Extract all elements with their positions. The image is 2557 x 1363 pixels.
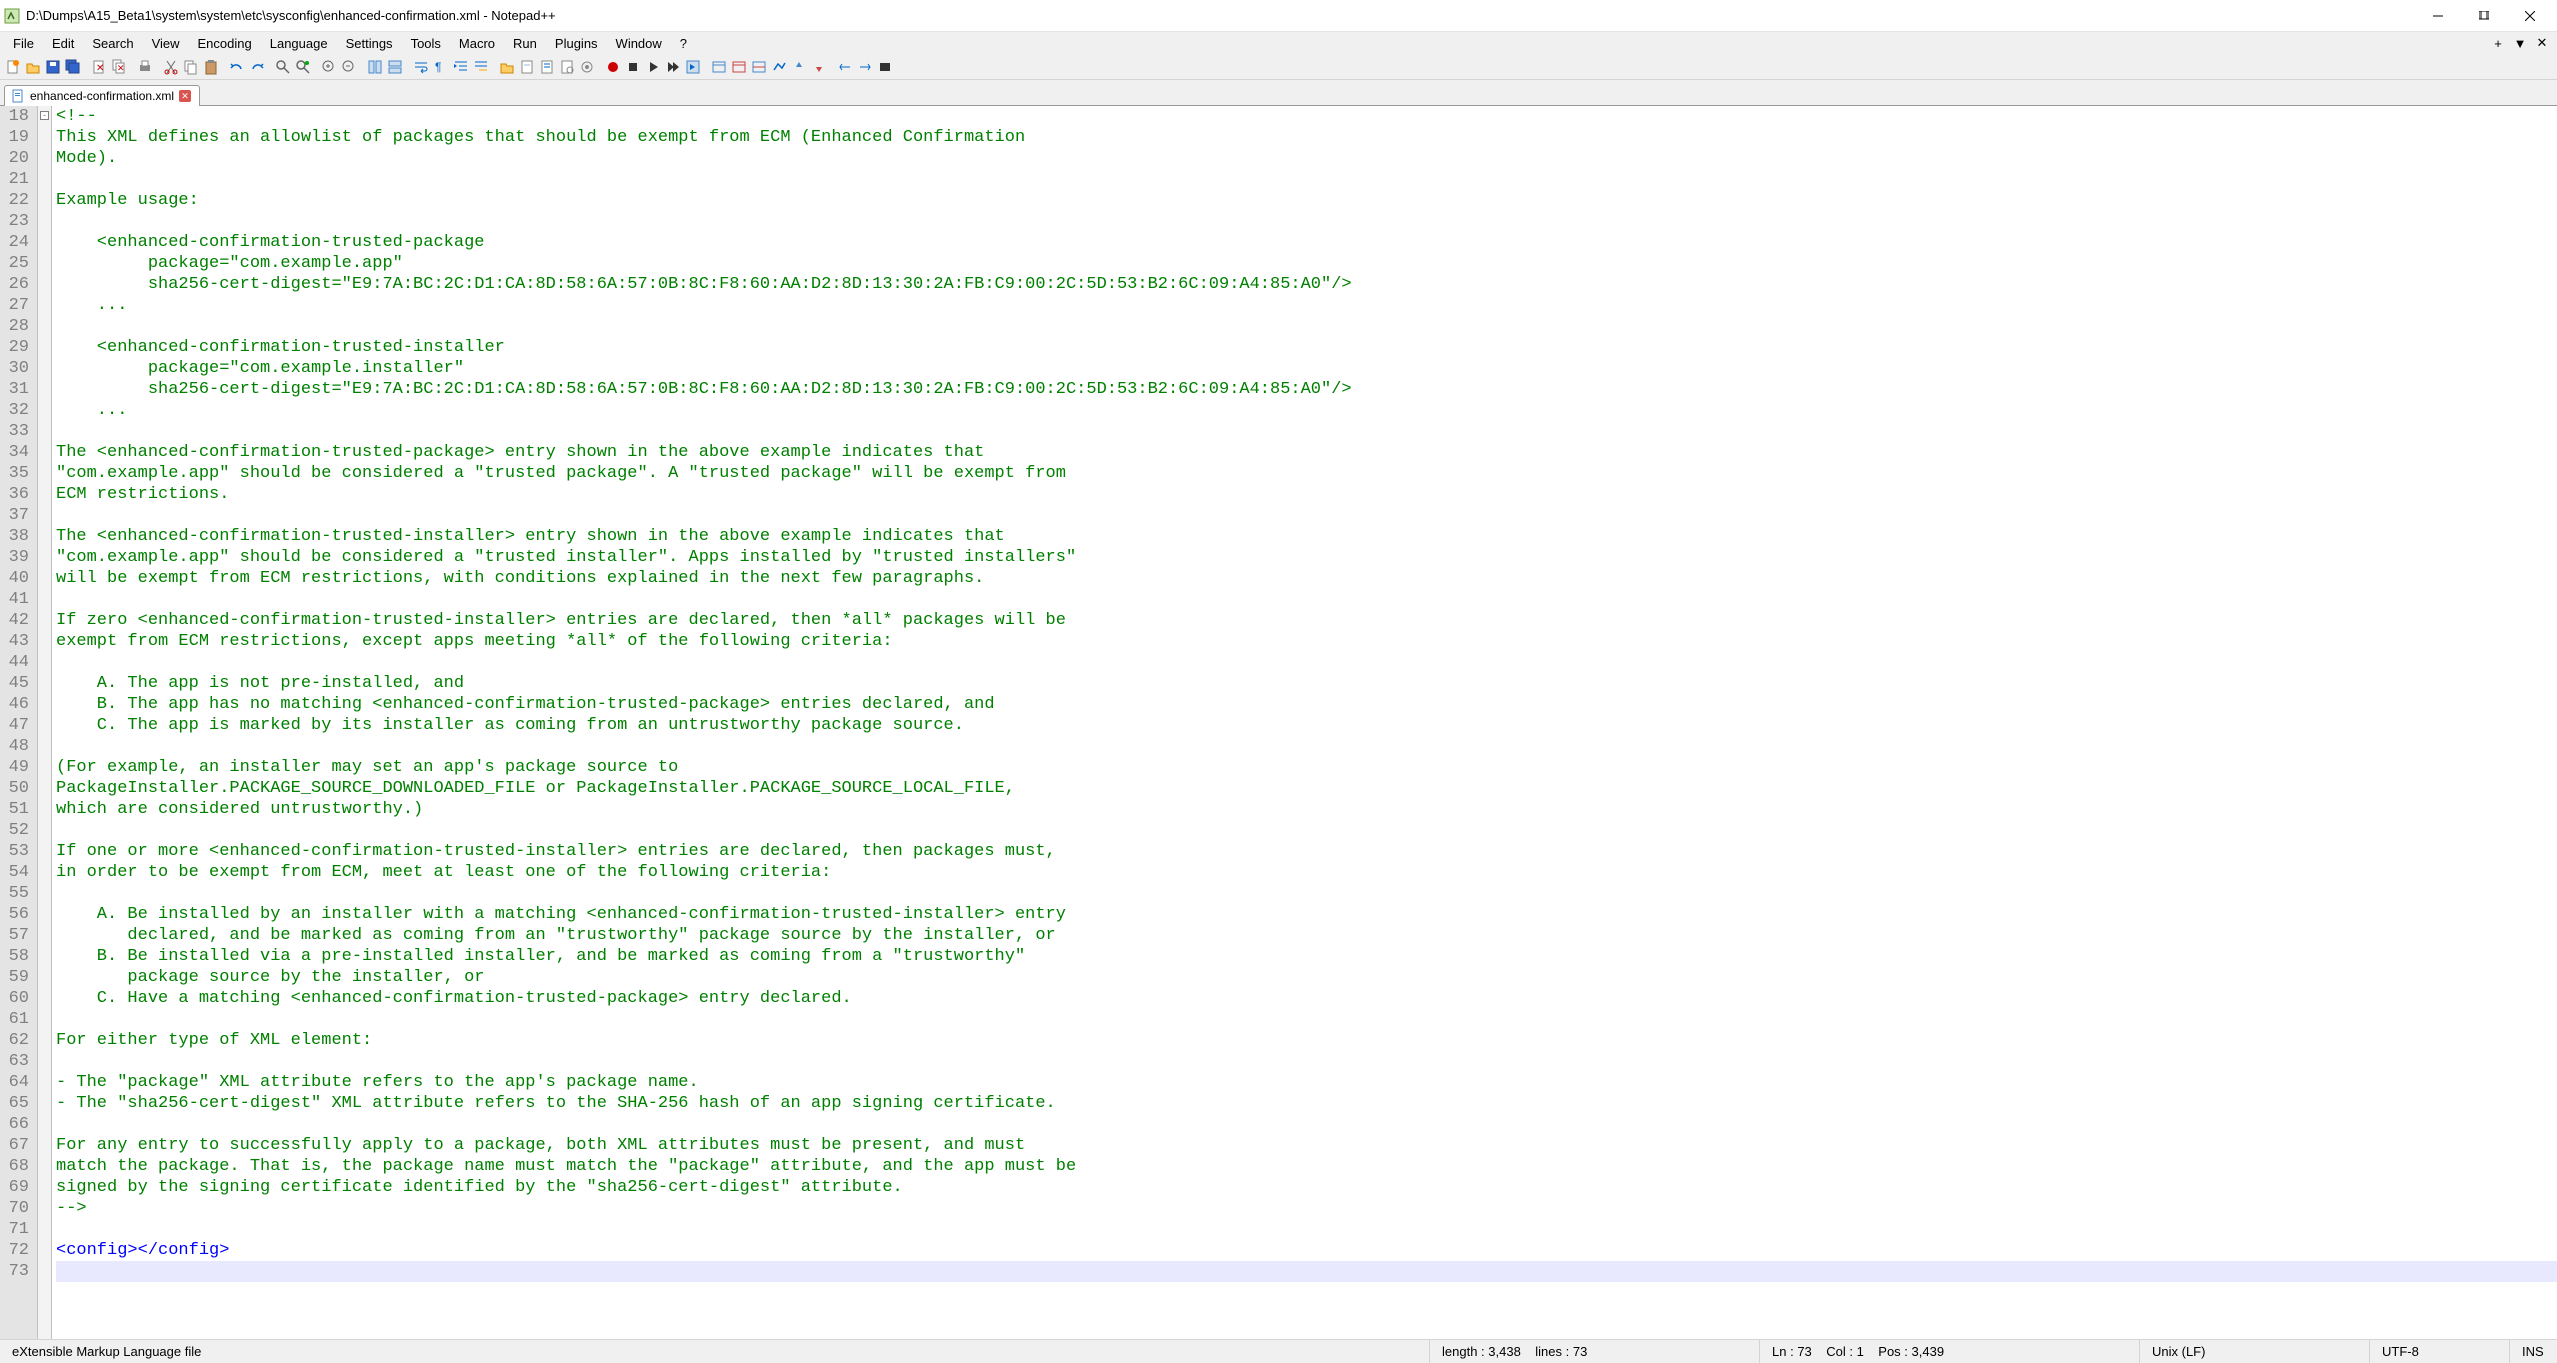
menu-x-icon[interactable]: ✕: [2531, 33, 2553, 53]
open-file-icon[interactable]: [24, 58, 42, 76]
folder-icon[interactable]: [498, 58, 516, 76]
doc-map-icon[interactable]: [518, 58, 536, 76]
zoom-out-icon[interactable]: [340, 58, 358, 76]
record-icon[interactable]: [604, 58, 622, 76]
menu-encoding[interactable]: Encoding: [189, 34, 261, 53]
outdent-icon[interactable]: [472, 58, 490, 76]
svg-text:✕: ✕: [117, 63, 125, 73]
cut-icon[interactable]: [162, 58, 180, 76]
menu-settings[interactable]: Settings: [337, 34, 402, 53]
menu-view[interactable]: View: [143, 34, 189, 53]
statusbar: eXtensible Markup Language file length :…: [0, 1339, 2557, 1363]
ext9-icon[interactable]: [876, 58, 894, 76]
indent-icon[interactable]: [452, 58, 470, 76]
new-file-icon[interactable]: [4, 58, 22, 76]
titlebar: D:\Dumps\A15_Beta1\system\system\etc\sys…: [0, 0, 2557, 32]
window-controls: [2415, 0, 2553, 32]
ext1-icon[interactable]: [710, 58, 728, 76]
app-icon: [4, 8, 20, 24]
func-list-icon[interactable]: [538, 58, 556, 76]
close-file-icon[interactable]: ✕: [90, 58, 108, 76]
window-title: D:\Dumps\A15_Beta1\system\system\etc\sys…: [26, 8, 2415, 23]
menubar: File Edit Search View Encoding Language …: [0, 32, 2557, 54]
print-icon[interactable]: [136, 58, 154, 76]
menu-macro[interactable]: Macro: [450, 34, 504, 53]
ext3-icon[interactable]: [750, 58, 768, 76]
menu-plugins[interactable]: Plugins: [546, 34, 607, 53]
show-all-chars-icon[interactable]: ¶: [432, 58, 450, 76]
find-icon[interactable]: [274, 58, 292, 76]
menu-edit[interactable]: Edit: [43, 34, 83, 53]
doc-list-icon[interactable]: [558, 58, 576, 76]
ext8-icon[interactable]: [856, 58, 874, 76]
play-icon[interactable]: [644, 58, 662, 76]
ext5-icon[interactable]: [790, 58, 808, 76]
line-numbers: 18 19 20 21 22 23 24 25 26 27 28 29 30 3…: [0, 106, 38, 1339]
wordwrap-icon[interactable]: [412, 58, 430, 76]
ext4-icon[interactable]: [770, 58, 788, 76]
menu-search[interactable]: Search: [83, 34, 142, 53]
tab-close-icon[interactable]: ✕: [179, 90, 191, 102]
tabbar: enhanced-confirmation.xml ✕: [0, 80, 2557, 106]
status-insert[interactable]: INS: [2510, 1340, 2557, 1363]
close-button[interactable]: [2507, 0, 2553, 32]
monitor-icon[interactable]: [578, 58, 596, 76]
menu-help[interactable]: ?: [671, 34, 696, 53]
maximize-button[interactable]: [2461, 0, 2507, 32]
menu-tools[interactable]: Tools: [402, 34, 450, 53]
file-icon: [11, 89, 25, 103]
status-position: Ln : 73 Col : 1 Pos : 3,439: [1760, 1340, 2140, 1363]
tab-label: enhanced-confirmation.xml: [30, 89, 174, 103]
save-macro-icon[interactable]: [684, 58, 702, 76]
redo-icon[interactable]: [248, 58, 266, 76]
undo-icon[interactable]: [228, 58, 246, 76]
play-multi-icon[interactable]: [664, 58, 682, 76]
copy-icon[interactable]: [182, 58, 200, 76]
sync-v-icon[interactable]: [366, 58, 384, 76]
minimize-button[interactable]: [2415, 0, 2461, 32]
status-encoding[interactable]: UTF-8: [2370, 1340, 2510, 1363]
replace-icon[interactable]: [294, 58, 312, 76]
close-all-icon[interactable]: ✕: [110, 58, 128, 76]
status-eol[interactable]: Unix (LF): [2140, 1340, 2370, 1363]
status-filetype: eXtensible Markup Language file: [0, 1340, 1430, 1363]
svg-text:¶: ¶: [435, 60, 441, 74]
sync-h-icon[interactable]: [386, 58, 404, 76]
ext2-icon[interactable]: [730, 58, 748, 76]
ext7-icon[interactable]: [836, 58, 854, 76]
status-stats: length : 3,438 lines : 73: [1430, 1340, 1760, 1363]
menu-plus-icon[interactable]: +: [2487, 33, 2509, 53]
code-content[interactable]: <!--This XML defines an allowlist of pac…: [52, 106, 2557, 1339]
editor[interactable]: 18 19 20 21 22 23 24 25 26 27 28 29 30 3…: [0, 106, 2557, 1339]
save-icon[interactable]: [44, 58, 62, 76]
zoom-in-icon[interactable]: [320, 58, 338, 76]
toolbar: ✕ ✕ ¶: [0, 54, 2557, 80]
tab-file[interactable]: enhanced-confirmation.xml ✕: [4, 85, 200, 106]
paste-icon[interactable]: [202, 58, 220, 76]
menu-language[interactable]: Language: [261, 34, 337, 53]
save-all-icon[interactable]: [64, 58, 82, 76]
ext6-icon[interactable]: [810, 58, 828, 76]
menu-run[interactable]: Run: [504, 34, 546, 53]
menu-window[interactable]: Window: [607, 34, 671, 53]
fold-column[interactable]: -: [38, 106, 52, 1339]
menu-dropdown-icon[interactable]: ▼: [2509, 33, 2531, 53]
svg-text:✕: ✕: [96, 63, 104, 74]
menu-file[interactable]: File: [4, 34, 43, 53]
stop-icon[interactable]: [624, 58, 642, 76]
